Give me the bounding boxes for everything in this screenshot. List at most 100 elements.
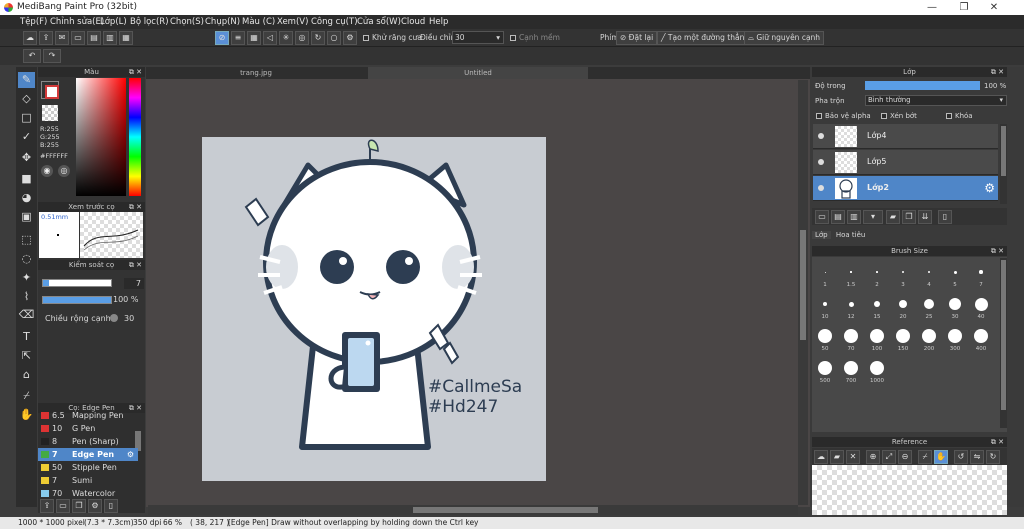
antialias-checkbox[interactable]: [363, 35, 369, 41]
menu-layer[interactable]: Lớp(L): [100, 17, 127, 27]
tab-navigator[interactable]: Hoa tiêu: [833, 231, 869, 239]
concentric-snap-icon[interactable]: ◎: [295, 31, 309, 45]
secondary-color-swatch[interactable]: [45, 85, 59, 99]
delete-brush-icon[interactable]: ▯: [104, 499, 118, 513]
minimize-button[interactable]: —: [918, 1, 946, 14]
transparent-swatch[interactable]: [42, 105, 58, 121]
merge-layer-icon[interactable]: ⇊: [918, 210, 932, 224]
brush-size-dot[interactable]: [876, 271, 878, 273]
layer-scrollbar[interactable]: [1000, 124, 1007, 204]
blend-dropdown[interactable]: Bình thường ▾: [865, 95, 1007, 106]
brush-item[interactable]: 10 G Pen: [38, 422, 138, 435]
grid-icon[interactable]: ▦: [119, 31, 133, 45]
page-icon[interactable]: ▤: [87, 31, 101, 45]
brush-size-scrollbar[interactable]: [1000, 258, 1007, 428]
folder-icon[interactable]: ▰: [886, 210, 900, 224]
magic-wand-icon[interactable]: ✦: [18, 270, 35, 286]
opacity-slider[interactable]: [42, 296, 112, 304]
reset-button[interactable]: ⊘ Đặt lại: [616, 31, 658, 45]
divide-tool-icon[interactable]: ⌿: [18, 388, 35, 404]
dot-tool-icon[interactable]: □: [18, 110, 35, 126]
new-brush-icon[interactable]: ▭: [56, 499, 70, 513]
curve-snap-icon[interactable]: ↻: [311, 31, 325, 45]
new-layer-icon[interactable]: ▭: [815, 210, 829, 224]
close-icon[interactable]: ⧉ ✕: [129, 260, 142, 270]
brush-size-dot[interactable]: [924, 299, 934, 309]
adjust-dropdown[interactable]: 30 ▾: [452, 31, 504, 44]
duplicate-layer-icon[interactable]: ❐: [902, 210, 916, 224]
brush-size-dot[interactable]: [850, 271, 852, 273]
duplicate-brush-icon[interactable]: ❐: [72, 499, 86, 513]
share-icon[interactable]: ⇪: [39, 31, 53, 45]
brush-size-dot[interactable]: [818, 361, 832, 375]
text-tool-icon[interactable]: T: [18, 329, 35, 345]
menu-file[interactable]: Tệp(F): [20, 17, 47, 27]
artboard[interactable]: #CallmeSa #Hd247: [202, 137, 546, 481]
rotate-left-icon[interactable]: ↺: [954, 450, 968, 464]
palette-icon[interactable]: ◉: [41, 165, 53, 177]
tab-layer[interactable]: Lớp: [812, 231, 831, 239]
brush-size-dot[interactable]: [844, 329, 858, 343]
eye-icon[interactable]: [818, 133, 824, 139]
zoom-out-icon[interactable]: ⊖: [898, 450, 912, 464]
move-tool-icon[interactable]: ✥: [18, 150, 35, 166]
dropper-tool-icon[interactable]: ⌂: [18, 367, 35, 383]
gradient-tool-icon[interactable]: ▣: [18, 209, 35, 225]
brush-item[interactable]: 8 Pen (Sharp): [38, 435, 138, 448]
brush-size-dot[interactable]: [848, 301, 854, 307]
brush-size-dot[interactable]: [974, 297, 988, 311]
new-8bit-layer-icon[interactable]: ▥: [847, 210, 861, 224]
menu-color[interactable]: Màu (C): [242, 17, 275, 27]
brush-size-value[interactable]: 7: [124, 278, 144, 289]
gear-icon[interactable]: ⚙: [984, 181, 995, 195]
no-snap-icon[interactable]: ⊘: [215, 31, 229, 45]
close-icon[interactable]: ⧉ ✕: [991, 67, 1004, 77]
close-button[interactable]: ✕: [980, 1, 1008, 14]
reference-canvas[interactable]: [812, 465, 1007, 515]
brush-item[interactable]: 50 Stipple Pen: [38, 461, 138, 474]
menu-select[interactable]: Chọn(S): [170, 17, 204, 27]
hand-tool-icon[interactable]: ✋: [18, 407, 35, 423]
menu-filter[interactable]: Bộ lọc(R): [130, 17, 169, 27]
menu-window[interactable]: Cửa sổ(W): [357, 17, 401, 27]
close-icon[interactable]: ⧉ ✕: [129, 202, 142, 212]
fill-rect-icon[interactable]: ■: [18, 171, 35, 187]
open-folder-icon[interactable]: ▰: [830, 450, 844, 464]
edge-width-knob[interactable]: [110, 314, 118, 322]
protect-alpha-checkbox[interactable]: [816, 113, 822, 119]
vertical-scrollbar[interactable]: [798, 80, 808, 505]
create-line-button[interactable]: ╱ Tạo một đường thẳng: [657, 31, 754, 45]
hue-slider[interactable]: [129, 78, 141, 196]
tab-untitled[interactable]: Untitled: [368, 67, 588, 79]
select-tool-icon[interactable]: ⬚: [18, 232, 35, 248]
keep-edge-button[interactable]: ⌓ Giữ nguyên cạnh: [744, 31, 825, 45]
layer-menu-icon[interactable]: ▾: [863, 210, 883, 224]
radial-snap-icon[interactable]: ✳: [279, 31, 293, 45]
dropper-icon[interactable]: ⌿: [918, 450, 932, 464]
brush-size-dot[interactable]: [899, 300, 907, 308]
cloud-icon[interactable]: ☁: [23, 31, 37, 45]
rotate-right-icon[interactable]: ↻: [986, 450, 1000, 464]
brush-size-dot[interactable]: [844, 361, 858, 375]
close-icon[interactable]: ⧉ ✕: [129, 67, 142, 77]
operation-tool-icon[interactable]: ⇱: [18, 348, 35, 364]
gear-icon[interactable]: ⚙: [127, 448, 134, 461]
redo-icon[interactable]: ↷: [43, 49, 61, 63]
zoom-in-icon[interactable]: ⊕: [866, 450, 880, 464]
select-eraser-icon[interactable]: ⌫: [18, 307, 35, 323]
snap-settings-icon[interactable]: ⚙: [343, 31, 357, 45]
comment-icon[interactable]: ✉: [55, 31, 69, 45]
layer-row[interactable]: Lớp5: [813, 150, 998, 175]
crosshair-snap-icon[interactable]: ▦: [247, 31, 261, 45]
fit-icon[interactable]: ⤢: [882, 450, 896, 464]
add-brush-icon[interactable]: ⇪: [40, 499, 54, 513]
brush-size-dot[interactable]: [870, 329, 884, 343]
parallel-snap-icon[interactable]: ≡: [231, 31, 245, 45]
trash-icon[interactable]: ▯: [938, 210, 952, 224]
menu-tools[interactable]: Công cụ(T): [311, 17, 358, 27]
brush-tool-icon[interactable]: ✎: [18, 72, 35, 88]
vanish-point-icon[interactable]: ◁: [263, 31, 277, 45]
brush-size-dot[interactable]: [949, 298, 961, 310]
brush-size-slider[interactable]: [42, 279, 112, 287]
layer-opacity-slider[interactable]: [865, 81, 980, 90]
